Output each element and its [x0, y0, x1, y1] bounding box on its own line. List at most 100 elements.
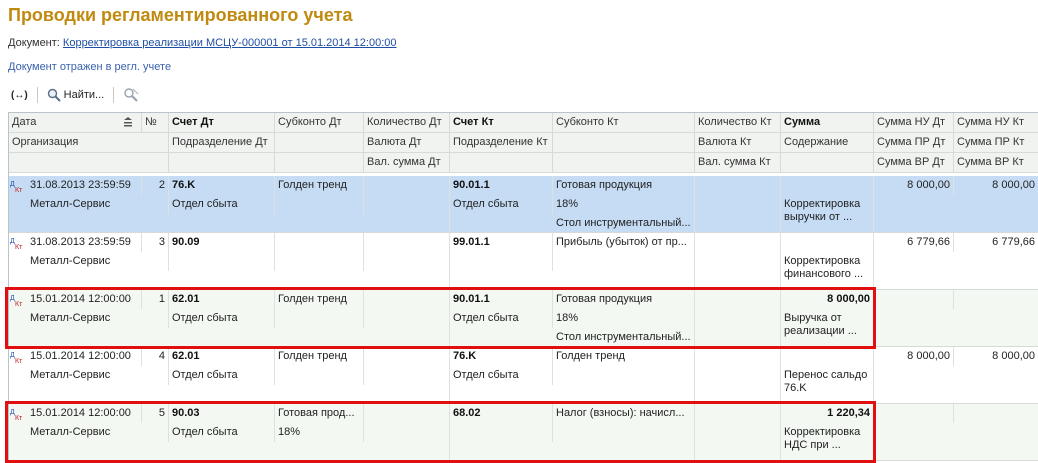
cell-content: Корректировка НДС при ... [781, 423, 874, 460]
sort-indicator-icon [124, 117, 132, 127]
cell-content: Корректировка выручки от ... [781, 195, 874, 232]
cell-content: Выручка от реализации ... [781, 309, 874, 346]
col-header-subconto-kt[interactable]: Субконто Кт [553, 113, 695, 133]
col-header-content[interactable]: Содержание [781, 133, 874, 153]
col-header-sum[interactable]: Сумма [781, 113, 874, 133]
table-header-row-1: Дата № Счет Дт Субконто Дт Количество Дт… [9, 113, 1038, 133]
svg-text:Кт: Кт [15, 244, 23, 250]
cell-content: Корректировка финансового ... [781, 252, 874, 289]
cancel-search-icon [124, 88, 139, 102]
col-header-empty [553, 153, 695, 173]
cell-number: 5 [142, 404, 169, 423]
table-row[interactable]: Д Кт 15.01.2014 12:00:00 5 Металл-Сервис … [9, 404, 1038, 461]
cell-date: 31.08.2013 23:59:59 [27, 233, 142, 252]
entries-table: Дата № Счет Дт Субконто Дт Количество Дт… [8, 112, 1038, 463]
table-row[interactable]: Д Кт 15.01.2014 12:00:00 1 Металл-Сервис … [9, 290, 1038, 347]
cell-account-kt: 76.K [450, 347, 553, 366]
col-header-sum-nu-kt[interactable]: Сумма НУ Кт [954, 113, 1038, 133]
cell-department-kt: Отдел сбыта [450, 309, 553, 328]
cell-subconto-kt-2 [553, 423, 695, 442]
entry-dt-kt-icon: ДКт [10, 295, 23, 307]
svg-text:Кт: Кт [15, 187, 23, 193]
svg-text:Кт: Кт [15, 358, 23, 364]
cell-account-kt: 90.01.1 [450, 290, 553, 309]
cell-sum [781, 176, 874, 195]
cell-subconto-dt-1: Голден тренд [275, 347, 364, 366]
cell-subconto-dt-2 [275, 252, 364, 271]
col-header-quantity-dt[interactable]: Количество Дт [364, 113, 450, 133]
cell-content: Перенос сальдо 76.K [781, 366, 874, 403]
col-header-subconto-dt[interactable]: Субконто Дт [275, 113, 364, 133]
col-header-sum-vr-kt[interactable]: Сумма ВР Кт [954, 153, 1038, 173]
col-header-empty [553, 133, 695, 153]
find-button[interactable]: Найти... [44, 85, 108, 105]
col-header-organization[interactable]: Организация [9, 133, 169, 153]
cell-subconto-dt-1: Голден тренд [275, 290, 364, 309]
cell-subconto-dt-2 [275, 195, 364, 214]
table-row[interactable]: Д Кт 15.01.2014 12:00:00 4 Металл-Сервис … [9, 347, 1038, 404]
cell-subconto-kt-2 [553, 366, 695, 385]
col-header-sum-pr-dt[interactable]: Сумма ПР Дт [874, 133, 954, 153]
cell-account-dt: 76.K [169, 176, 275, 195]
cell-sum: 1 220,34 [781, 404, 874, 423]
cell-sum-nu-kt [954, 404, 1038, 423]
cell-subconto-kt-2: 18% [553, 195, 695, 214]
col-header-sum-nu-dt[interactable]: Сумма НУ Дт [874, 113, 954, 133]
cell-account-kt: 99.01.1 [450, 233, 553, 252]
cell-sum-nu-dt: 8 000,00 [874, 176, 954, 195]
cancel-search-button[interactable] [120, 85, 142, 105]
cell-number: 3 [142, 233, 169, 252]
cell-subconto-kt-1: Голден тренд [553, 347, 695, 366]
cell-number: 2 [142, 176, 169, 195]
col-header-quantity-kt[interactable]: Количество Кт [695, 113, 781, 133]
cell-account-dt: 62.01 [169, 347, 275, 366]
col-header-currency-sum-kt[interactable]: Вал. сумма Кт [695, 153, 781, 173]
cell-subconto-kt-1: Готовая продукция [553, 176, 695, 195]
entry-dt-kt-icon: ДКт [10, 409, 23, 421]
col-header-department-kt[interactable]: Подразделение Кт [450, 133, 553, 153]
cell-sum-nu-dt: 6 779,66 [874, 233, 954, 252]
col-header-account-kt[interactable]: Счет Кт [450, 113, 553, 133]
cell-account-kt: 90.01.1 [450, 176, 553, 195]
cell-sum-nu-kt: 8 000,00 [954, 176, 1038, 195]
cell-number: 1 [142, 290, 169, 309]
page-title: Проводки регламентированного учета [8, 5, 353, 25]
col-header-currency-sum-dt[interactable]: Вал. сумма Дт [364, 153, 450, 173]
cell-subconto-kt-2: 18% [553, 309, 695, 328]
cell-organization: Металл-Сервис [27, 309, 169, 328]
cell-organization: Металл-Сервис [27, 423, 169, 442]
col-header-sum-pr-kt[interactable]: Сумма ПР Кт [954, 133, 1038, 153]
table-row[interactable]: Д Кт 31.08.2013 23:59:59 3 Металл-Сервис … [9, 233, 1038, 290]
col-header-currency-dt[interactable]: Валюта Дт [364, 133, 450, 153]
document-line: Документ: Корректировка реализации МСЦУ-… [8, 37, 397, 49]
col-header-department-dt[interactable]: Подразделение Дт [169, 133, 275, 153]
cell-subconto-dt-2 [275, 366, 364, 385]
cell-organization: Металл-Сервис [27, 252, 169, 271]
cell-sum [781, 233, 874, 252]
cell-sum-nu-kt: 8 000,00 [954, 347, 1038, 366]
cell-account-kt: 68.02 [450, 404, 553, 423]
reflected-in-accounting-link[interactable]: Документ отражен в регл. учете [8, 61, 171, 73]
toolbar-separator [113, 87, 115, 103]
cell-date: 31.08.2013 23:59:59 [27, 176, 142, 195]
cell-sum-nu-kt [954, 290, 1038, 309]
col-header-number[interactable]: № [142, 113, 169, 133]
col-header-account-dt[interactable]: Счет Дт [169, 113, 275, 133]
cell-subconto-kt-1: Налог (взносы): начисл... [553, 404, 695, 423]
col-header-empty [169, 153, 275, 173]
col-header-empty [275, 153, 364, 173]
cell-department-kt [450, 423, 553, 442]
col-header-currency-kt[interactable]: Валюта Кт [695, 133, 781, 153]
col-header-sum-vr-dt[interactable]: Сумма ВР Дт [874, 153, 954, 173]
cell-department-dt: Отдел сбыта [169, 366, 275, 385]
document-link[interactable]: Корректировка реализации МСЦУ-000001 от … [63, 37, 397, 49]
cell-department-dt: Отдел сбыта [169, 195, 275, 214]
cell-subconto-kt-3: Стол инструментальный... [553, 214, 695, 233]
svg-text:Кт: Кт [15, 301, 23, 307]
cell-subconto-dt-1: Голден тренд [275, 176, 364, 195]
expand-rows-button[interactable]: (↔) [8, 85, 31, 105]
table-row[interactable]: Д Кт 31.08.2013 23:59:59 2 Металл-Сервис … [9, 176, 1038, 233]
entry-dt-kt-icon: ДКт [10, 352, 23, 364]
cell-subconto-kt-1: Готовая продукция [553, 290, 695, 309]
document-label: Документ: [8, 37, 60, 49]
